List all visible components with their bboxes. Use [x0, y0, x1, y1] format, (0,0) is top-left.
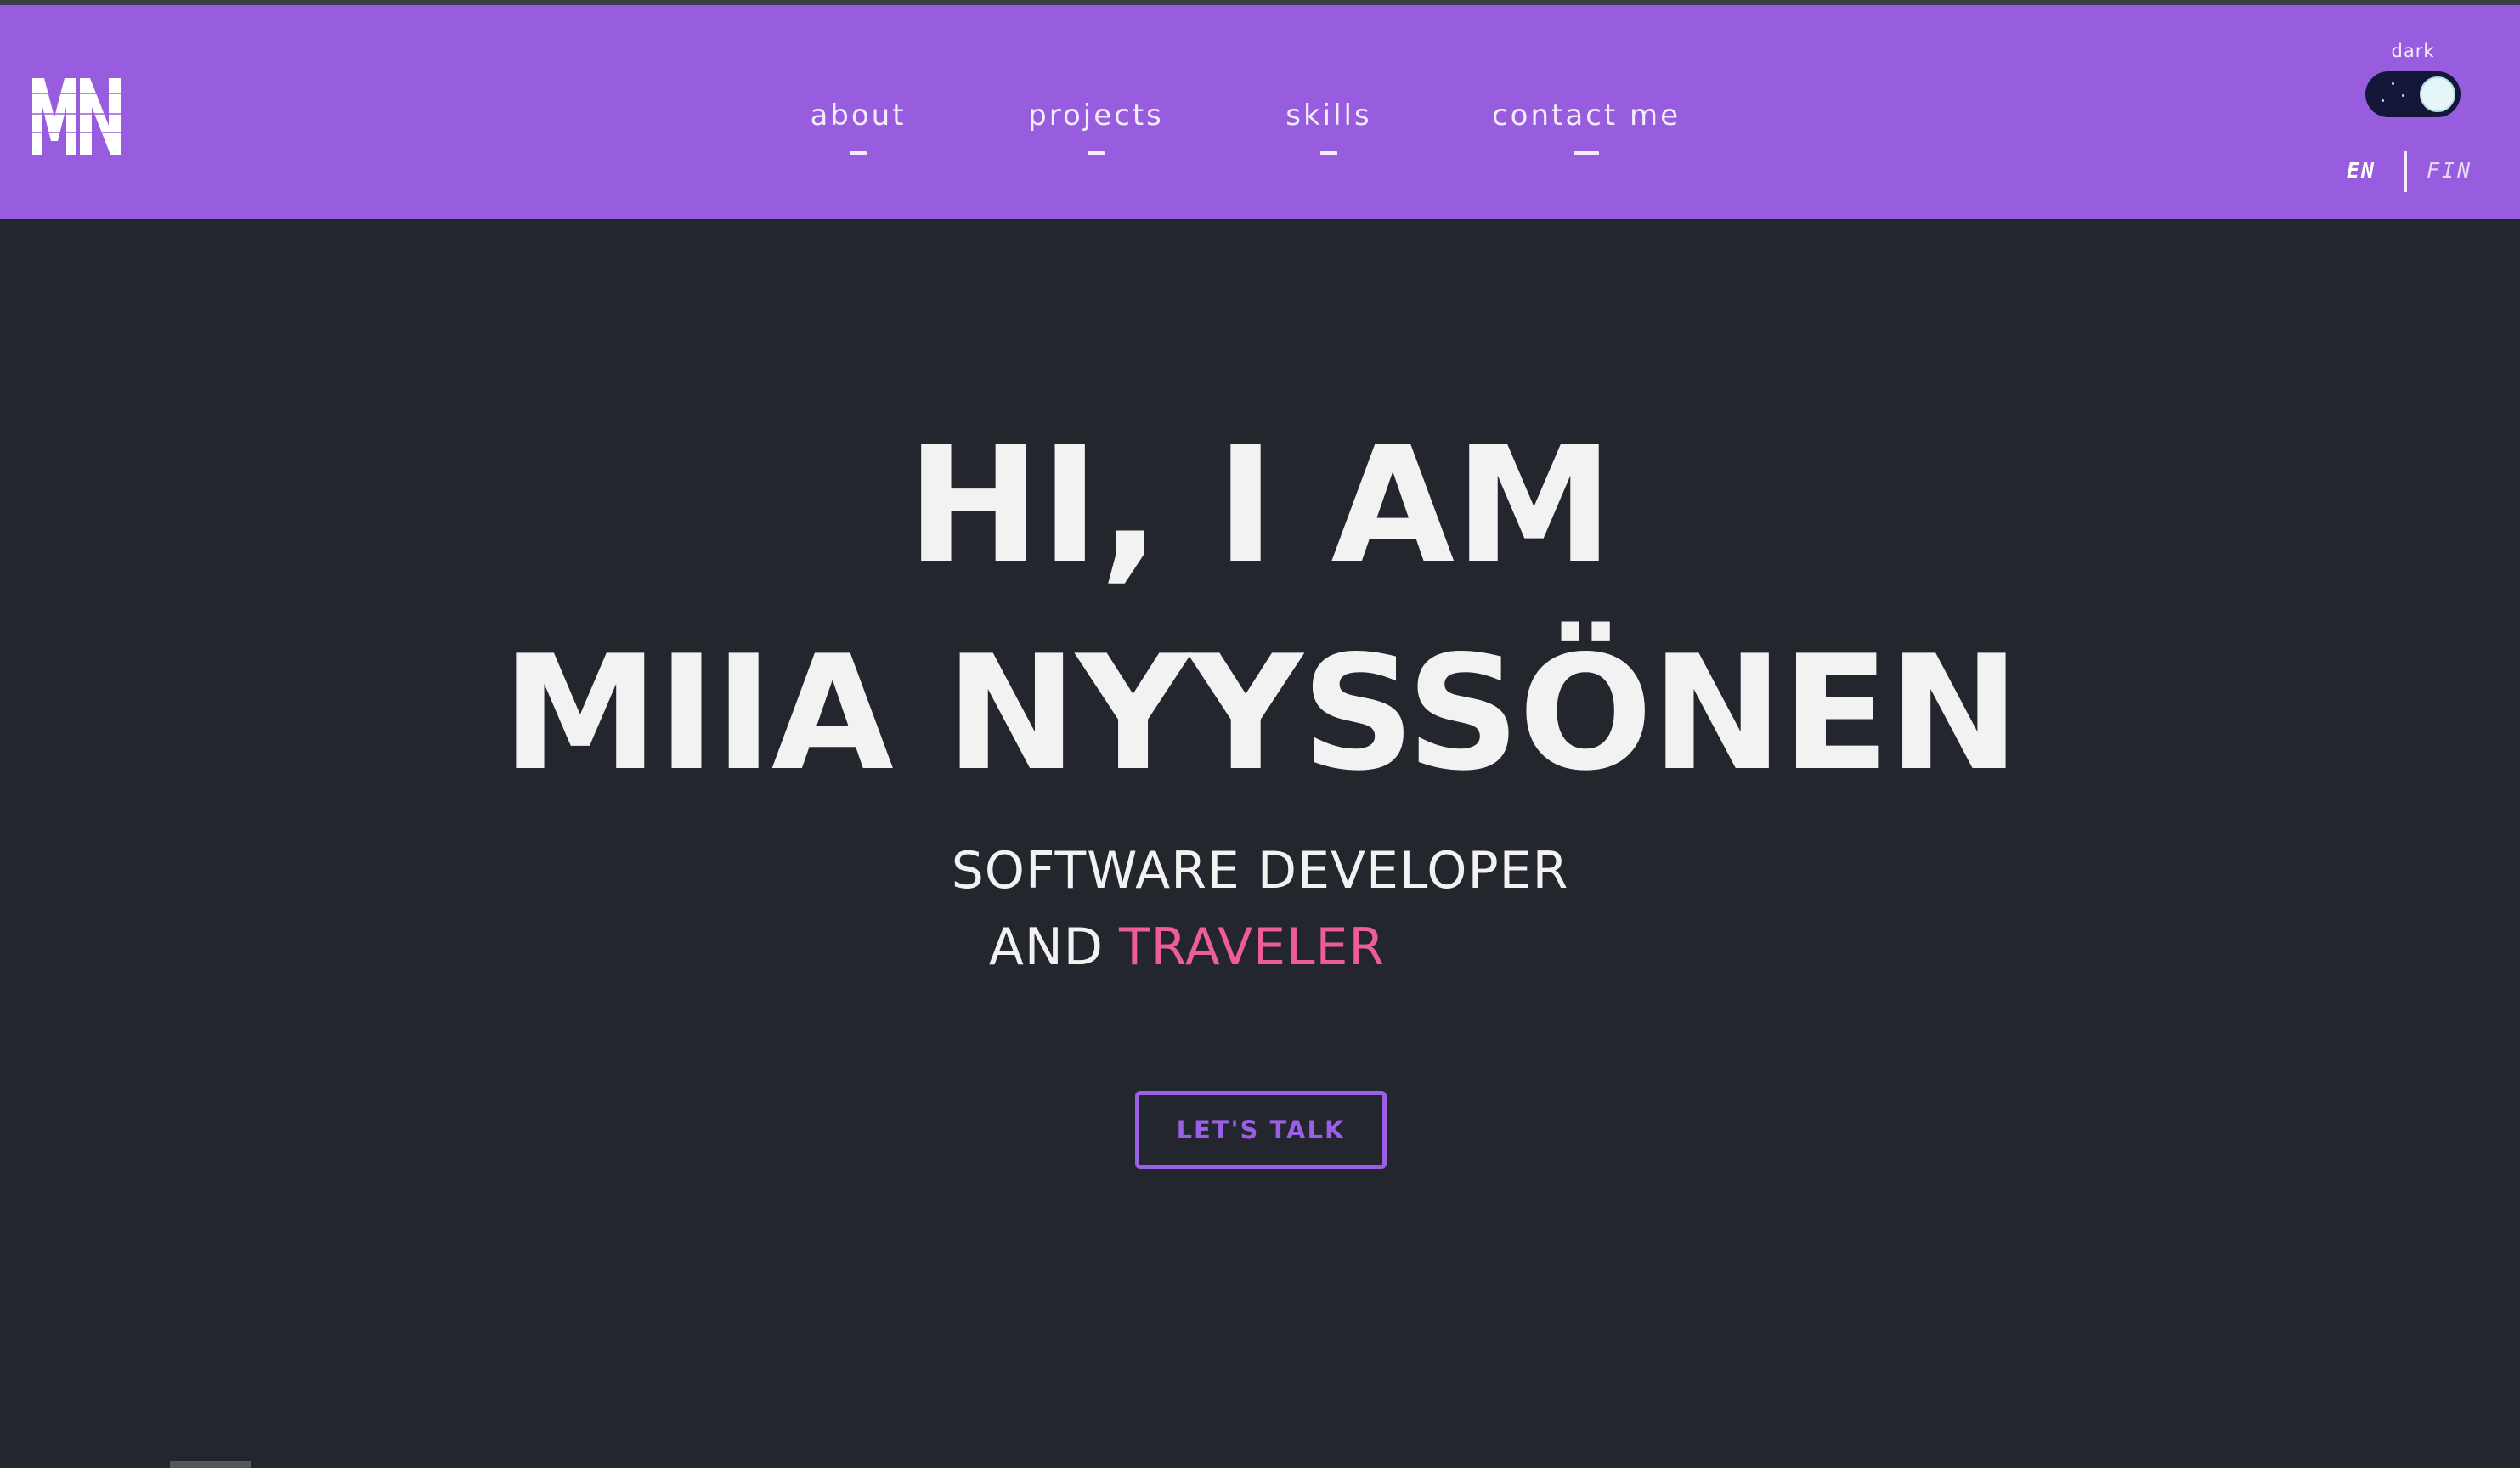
theme-toggle-switch[interactable] [2365, 71, 2461, 117]
nav-contact-link[interactable]: contact me [1489, 99, 1684, 155]
top-navbar: about projects skills contact me dark EN… [0, 5, 2520, 219]
hero-greeting: HI, I AM [906, 413, 1614, 599]
mn-monogram-logo[interactable] [32, 73, 121, 155]
hero-subtitle-second-line: AND TRAVELER [0, 918, 2447, 977]
hero-subtitle-prefix: AND [988, 918, 1105, 977]
moon-toggle-icon [2420, 76, 2455, 112]
star-icon [2402, 94, 2404, 97]
hero-subtitle-accent: TRAVELER [1119, 918, 1386, 977]
scroll-indicator [170, 1461, 251, 1468]
nav-about-link[interactable]: about [807, 99, 909, 155]
nav-underline [1088, 151, 1105, 155]
nav-projects-link[interactable]: projects [1020, 99, 1172, 155]
hero-subtitle-role: SOFTWARE DEVELOPER [951, 841, 1569, 901]
language-divider [2404, 151, 2407, 192]
nav-skills-link[interactable]: skills [1278, 99, 1380, 155]
star-icon [2382, 99, 2384, 102]
nav-projects-label: projects [1028, 99, 1164, 133]
nav-contact-label: contact me [1491, 99, 1681, 133]
language-en-button[interactable]: EN [2347, 158, 2376, 183]
hero-name: MIIA NYYSSÖNEN [501, 621, 2020, 805]
nav-skills-label: skills [1285, 99, 1372, 133]
theme-mode-label: dark [2391, 41, 2435, 61]
language-fin-button[interactable]: FIN [2427, 158, 2472, 183]
nav-underline [1320, 151, 1337, 155]
star-icon [2392, 82, 2394, 85]
nav-about-label: about [810, 99, 907, 133]
nav-underline [1574, 151, 1599, 155]
nav-underline [850, 151, 867, 155]
lets-talk-button[interactable]: LET'S TALK [1135, 1091, 1387, 1169]
